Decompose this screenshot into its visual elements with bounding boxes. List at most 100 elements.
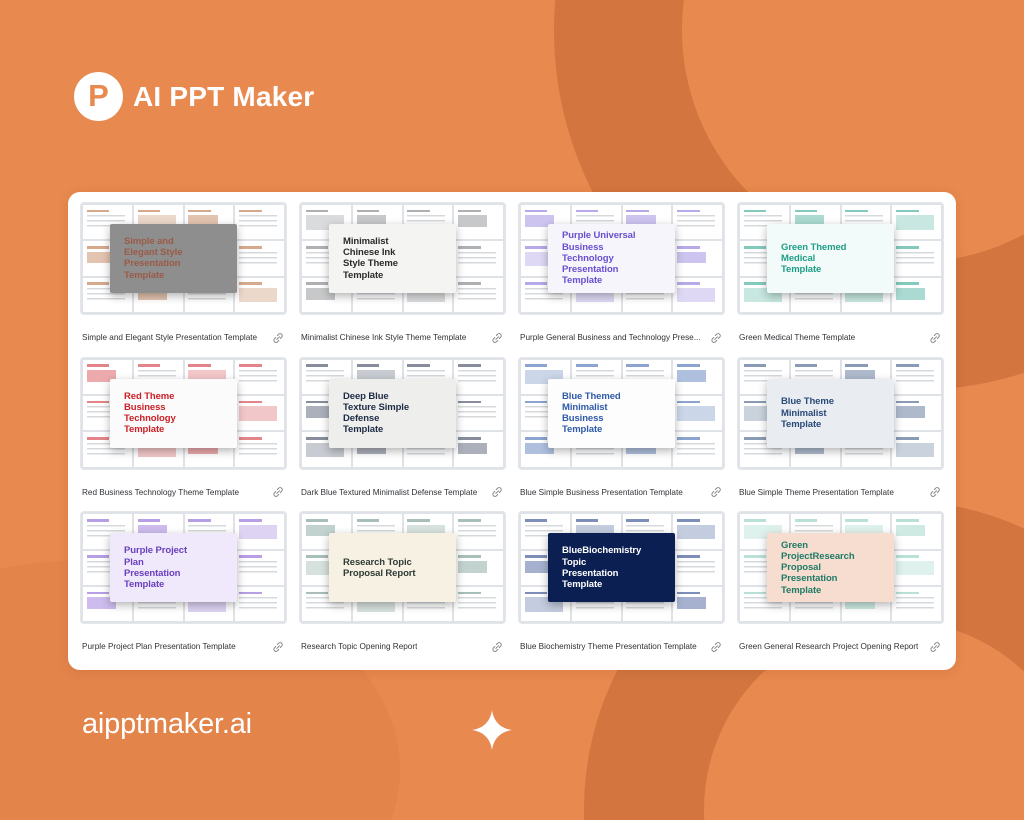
mini-slide [892,514,941,549]
mini-slide [673,359,722,394]
template-title: Red Business Technology Theme Template [82,487,240,497]
mini-slide [235,432,284,467]
hero-slide: Purple Universal Business Technology Pre… [547,224,675,293]
hero-slide-title: Deep Blue Texture Simple Defense Templat… [343,390,410,436]
template-card[interactable]: Green Themed Medical Template Green Medic… [731,200,950,355]
template-caption-row: Purple General Business and Technology P… [518,315,725,351]
template-thumbnail[interactable]: Simple and Elegant Style Presentation Te… [80,202,287,315]
template-title: Blue Biochemistry Theme Presentation Tem… [520,642,697,652]
link-icon[interactable] [271,485,285,499]
hero-slide-title: BlueBiochemistry Topic Presentation Temp… [562,545,642,591]
mini-slide [673,241,722,276]
template-caption-row: Simple and Elegant Style Presentation Te… [80,315,287,351]
mini-slide [892,277,941,312]
brand-name: AI PPT Maker [133,80,315,112]
template-card[interactable]: Red Theme Business Technology Template Re… [74,355,293,510]
template-thumbnail[interactable]: Minimalist Chinese Ink Style Theme Templ… [299,202,506,315]
mini-slide [454,514,503,549]
mini-slide [892,432,941,467]
mini-slide [454,432,503,467]
mini-slide [892,586,941,622]
template-thumbnail[interactable]: Red Theme Business Technology Template [80,356,287,470]
template-caption-row: Minimalist Chinese Ink Style Theme Templ… [299,315,506,351]
hero-slide-title: Green Themed Medical Template [781,241,847,276]
mini-slide [673,550,722,585]
logo-mark-icon: P [74,72,123,121]
template-thumbnail[interactable]: Purple Universal Business Technology Pre… [518,202,725,315]
template-caption-row: Dark Blue Textured Minimalist Defense Te… [299,470,506,506]
template-card[interactable]: Purple Universal Business Technology Pre… [512,200,731,355]
hero-slide-title: Purple Universal Business Technology Pre… [562,230,636,287]
mini-slide [235,550,284,585]
hero-slide-title: Minimalist Chinese Ink Style Theme Templ… [343,236,398,281]
template-thumbnail[interactable]: Green Themed Medical Template [737,202,944,315]
link-icon[interactable] [490,640,504,654]
mini-slide [892,359,941,394]
mini-slide [673,586,722,622]
mini-slide [673,395,722,431]
template-card[interactable]: Research Topic Proposal Report Research T… [293,509,512,664]
hero-slide: Deep Blue Texture Simple Defense Templat… [328,378,456,448]
mini-slide [454,395,503,431]
hero-slide-title: Purple Project Plan Presentation Templat… [124,545,188,591]
mini-slide [673,432,722,467]
template-title: Research Topic Opening Report [301,642,418,652]
hero-slide: Purple Project Plan Presentation Templat… [109,533,237,603]
link-icon[interactable] [271,640,285,654]
sparkle-icon [470,708,514,752]
mini-slide [235,586,284,622]
template-card[interactable]: Blue Theme Minimalist Template Blue Simpl… [731,355,950,510]
link-icon[interactable] [928,485,942,499]
template-grid: Simple and Elegant Style Presentation Te… [74,200,950,664]
hero-slide: Red Theme Business Technology Template [109,378,237,448]
template-card[interactable]: Blue Themed Minimalist Business Template… [512,355,731,510]
link-icon[interactable] [928,640,942,654]
page-root: P AI PPT Maker Simple and Elegant Style … [0,0,1024,820]
mini-slide [235,359,284,394]
mini-slide [454,205,503,240]
template-caption-row: Green General Research Project Opening R… [737,624,944,660]
template-caption-row: Blue Biochemistry Theme Presentation Tem… [518,624,725,660]
mini-slide [673,514,722,549]
mini-slide [892,241,941,276]
hero-slide: BlueBiochemistry Topic Presentation Temp… [547,533,675,603]
mini-slide [892,205,941,240]
footer-url: aipptmaker.ai [82,708,252,740]
hero-slide: Green Themed Medical Template [766,224,894,293]
mini-slide [235,514,284,549]
template-title: Blue Simple Business Presentation Templa… [520,487,683,497]
template-thumbnail[interactable]: Green ProjectResearch Proposal Presentat… [737,511,944,625]
template-card[interactable]: Minimalist Chinese Ink Style Theme Templ… [293,200,512,355]
mini-slide [235,277,284,312]
template-thumbnail[interactable]: Blue Theme Minimalist Template [737,356,944,470]
template-gallery-panel: Simple and Elegant Style Presentation Te… [68,192,956,670]
template-thumbnail[interactable]: BlueBiochemistry Topic Presentation Temp… [518,511,725,625]
link-icon[interactable] [271,331,285,345]
template-thumbnail[interactable]: Research Topic Proposal Report [299,511,506,625]
template-card[interactable]: Purple Project Plan Presentation Templat… [74,509,293,664]
template-card[interactable]: Simple and Elegant Style Presentation Te… [74,200,293,355]
template-thumbnail[interactable]: Blue Themed Minimalist Business Template [518,356,725,470]
template-title: Minimalist Chinese Ink Style Theme Templ… [301,332,467,342]
hero-slide: Blue Themed Minimalist Business Template [547,378,675,448]
link-icon[interactable] [709,331,723,345]
hero-slide: Simple and Elegant Style Presentation Te… [109,224,237,293]
template-card[interactable]: BlueBiochemistry Topic Presentation Temp… [512,509,731,664]
link-icon[interactable] [709,485,723,499]
mini-slide [235,395,284,431]
link-icon[interactable] [490,485,504,499]
mini-slide [673,205,722,240]
template-card[interactable]: Deep Blue Texture Simple Defense Templat… [293,355,512,510]
brand-logo[interactable]: P AI PPT Maker [74,72,314,121]
template-caption-row: Green Medical Theme Template [737,315,944,351]
template-caption-row: Blue Simple Business Presentation Templa… [518,470,725,506]
template-caption-row: Research Topic Opening Report [299,624,506,660]
template-thumbnail[interactable]: Deep Blue Texture Simple Defense Templat… [299,356,506,470]
link-icon[interactable] [928,331,942,345]
template-thumbnail[interactable]: Purple Project Plan Presentation Templat… [80,511,287,625]
link-icon[interactable] [490,331,504,345]
template-card[interactable]: Green ProjectResearch Proposal Presentat… [731,509,950,664]
link-icon[interactable] [709,640,723,654]
hero-slide: Blue Theme Minimalist Template [766,378,894,448]
hero-slide-title: Simple and Elegant Style Presentation Te… [124,236,183,281]
